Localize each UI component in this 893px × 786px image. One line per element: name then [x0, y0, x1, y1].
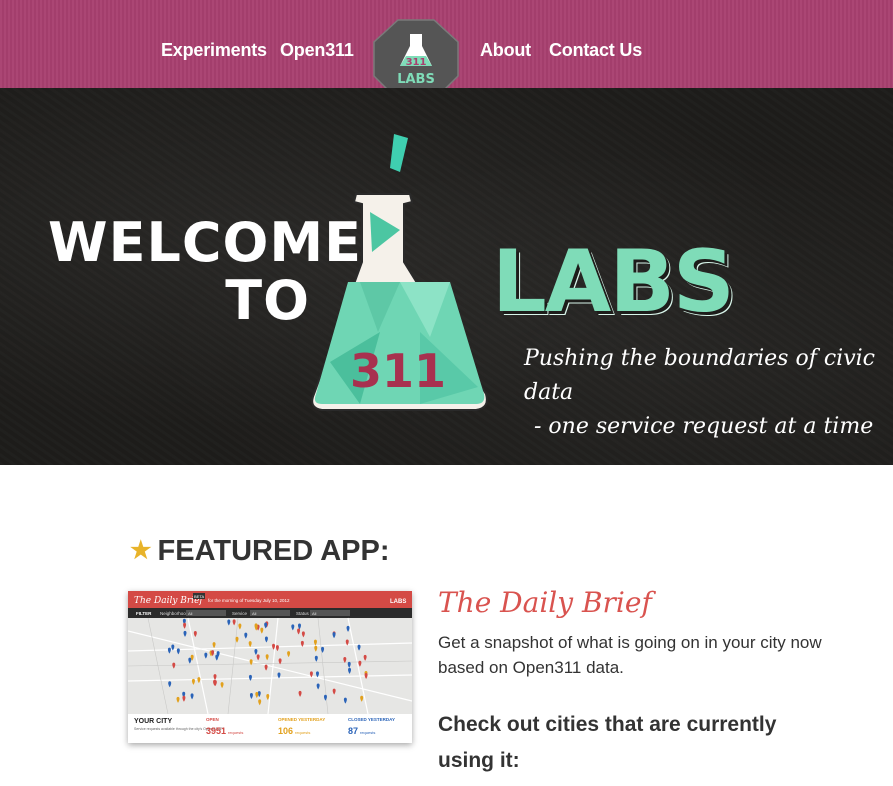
thumb-beta: BETA: [194, 594, 204, 599]
tagline-line2: - one service request at a time: [534, 414, 874, 439]
thumb-opened-value: 106: [278, 726, 293, 736]
daily-brief-screenshot[interactable]: The Daily Brief BETA for the morning of …: [128, 591, 412, 743]
nav-experiments[interactable]: Experiments: [161, 40, 267, 61]
tagline-line1: Pushing the boundaries of civic data: [524, 346, 875, 405]
featured-heading-text: FEATURED APP:: [157, 535, 390, 567]
flask-icon: 311: [311, 134, 488, 411]
thumb-your-city: YOUR CITY: [134, 718, 172, 725]
featured-heading: ★ FEATURED APP:: [130, 535, 390, 568]
flask-label: 311: [350, 344, 446, 398]
svg-text:CLOSED YESTERDAY: CLOSED YESTERDAY: [348, 717, 395, 722]
hero-welcome: WELCOME TO: [48, 211, 363, 332]
thumb-neighborhood: Neighborhood: [160, 611, 189, 616]
thumb-labs: LABS: [390, 599, 406, 605]
thumb-open-value: 3951: [206, 726, 226, 736]
nav-about[interactable]: About: [480, 40, 531, 61]
svg-text:requests: requests: [360, 730, 375, 735]
cities-cta: Check out cities that are currently usin…: [438, 713, 777, 772]
logo-labs: LABS: [397, 72, 435, 87]
thumb-service: Service: [232, 611, 248, 616]
nav-open311[interactable]: Open311: [280, 40, 354, 61]
svg-text:All: All: [312, 611, 317, 616]
svg-text:OPENED YESTERDAY: OPENED YESTERDAY: [278, 717, 325, 722]
hero-labs: LABS: [492, 232, 735, 332]
svg-text:requests: requests: [228, 730, 243, 735]
thumb-closed-value: 87: [348, 726, 358, 736]
svg-text:requests: requests: [295, 730, 310, 735]
nav-contact-us[interactable]: Contact Us: [549, 40, 642, 61]
svg-text:All: All: [252, 611, 257, 616]
thumb-status: Status: [296, 611, 310, 616]
hero-tagline: Pushing the boundaries of civic data - o…: [524, 342, 893, 444]
thumb-subtitle: for the morning of Tuesday July 10, 2012: [208, 598, 290, 603]
app-description: Get a snapshot of what is going on in yo…: [438, 633, 822, 677]
svg-text:All: All: [188, 611, 193, 616]
thumb-filter: FILTER: [136, 611, 152, 616]
star-icon: ★: [130, 537, 152, 564]
logo-311: 311: [406, 57, 427, 68]
app-title[interactable]: The Daily Brief: [438, 586, 652, 619]
svg-text:OPEN: OPEN: [206, 717, 219, 722]
